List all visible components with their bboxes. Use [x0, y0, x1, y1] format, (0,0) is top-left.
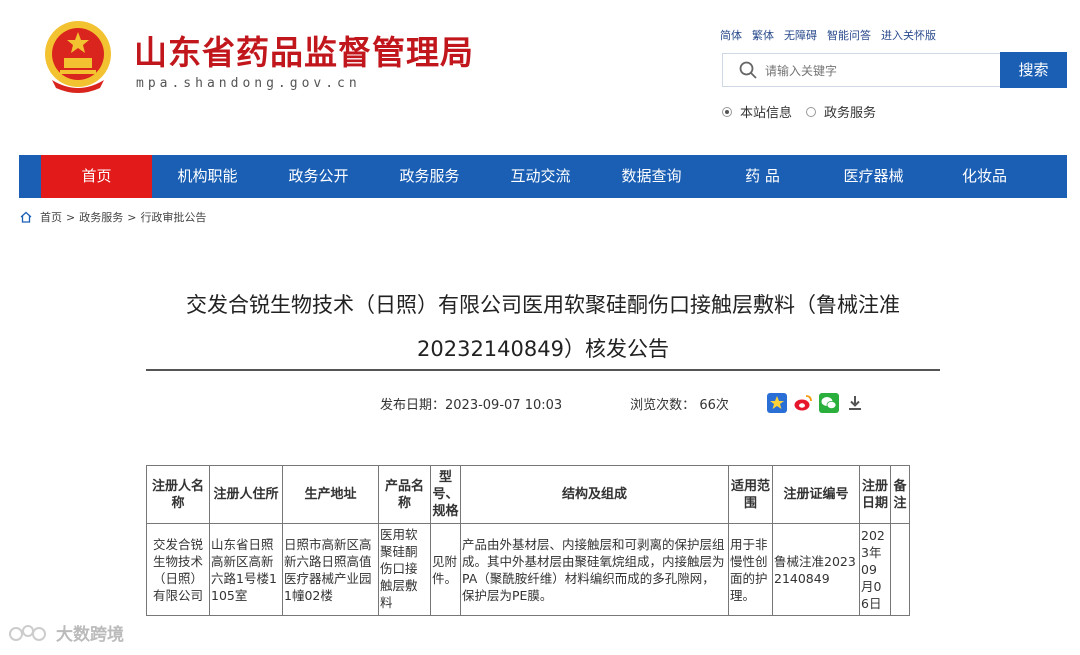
nav-item-home[interactable]: 首页 — [41, 155, 152, 198]
nav-item-cosmetics[interactable]: 化妆品 — [929, 155, 1040, 198]
breadcrumb-gov-service[interactable]: 政务服务 — [79, 209, 123, 225]
views-value: 66次 — [699, 398, 729, 413]
search-input[interactable] — [765, 60, 995, 82]
site-header: 山东省药品监督管理局 mpa.shandong.gov.cn 简体 繁体 无障碍… — [0, 0, 1080, 155]
search-icon — [739, 61, 757, 79]
approval-table: 注册人名称 注册人住所 生产地址 产品名称 型号、规格 结构及组成 适用范围 注… — [146, 465, 910, 616]
link-simplified[interactable]: 简体 — [720, 27, 742, 43]
scope-label: 政务服务 — [824, 106, 877, 121]
share-bar — [767, 393, 865, 413]
cell-cert-number: 鲁械注准20232140849 — [772, 523, 860, 616]
link-smart-qa[interactable]: 智能问答 — [827, 27, 871, 43]
nav-item-gov-service[interactable]: 政务服务 — [374, 155, 485, 198]
col-header: 注册人住所 — [209, 465, 283, 524]
national-emblem-icon — [45, 21, 111, 93]
col-header: 注册人名称 — [146, 465, 210, 524]
radio-unselected-icon — [806, 106, 817, 117]
breadcrumb-separator: > — [127, 210, 137, 224]
star-share-icon[interactable] — [767, 393, 787, 413]
article-title: 交发合锐生物技术（日照）有限公司医用软聚硅酮伤口接触层敷料（鲁械注准202321… — [186, 293, 900, 361]
link-accessibility[interactable]: 无障碍 — [784, 27, 817, 43]
col-header: 注册证编号 — [772, 465, 860, 524]
site-title[interactable]: 山东省药品监督管理局 — [134, 26, 474, 74]
col-header: 注册日期 — [859, 465, 891, 524]
search-box — [722, 53, 1002, 87]
title-divider — [146, 369, 940, 371]
top-links: 简体 繁体 无障碍 智能问答 进入关怀版 — [720, 27, 936, 43]
view-count: 浏览次数： 66次 — [630, 394, 729, 413]
views-label: 浏览次数： — [630, 398, 696, 413]
col-header: 结构及组成 — [460, 465, 729, 524]
col-header: 产品名称 — [378, 465, 431, 524]
main-nav: 首页 机构职能 政务公开 政务服务 互动交流 数据查询 药 品 医疗器械 化妆品 — [19, 155, 1067, 198]
breadcrumb-home[interactable]: 首页 — [40, 209, 62, 225]
cell-registrant: 交发合锐生物技术（日照）有限公司 — [146, 523, 210, 616]
cell-model-spec: 见附件。 — [430, 523, 461, 616]
col-header: 备注 — [890, 465, 910, 524]
watermark: 大数跨境 — [8, 620, 124, 645]
cell-reg-date: 2023年09月06日 — [859, 523, 891, 616]
breadcrumb-separator: > — [66, 210, 76, 224]
watermark-text: 大数跨境 — [56, 625, 124, 645]
home-icon — [20, 211, 32, 223]
nav-item-devices[interactable]: 医疗器械 — [818, 155, 929, 198]
scope-site-info[interactable]: 本站信息 — [722, 102, 792, 121]
weibo-icon[interactable] — [793, 393, 813, 413]
nav-item-interaction[interactable]: 互动交流 — [485, 155, 596, 198]
radio-selected-icon — [722, 106, 732, 117]
nav-item-functions[interactable]: 机构职能 — [152, 155, 263, 198]
cell-structure: 产品由外基材层、内接触层和可剥离的保护层组成。其中外基材层由聚硅氧烷组成，内接触… — [460, 523, 729, 616]
link-care-mode[interactable]: 进入关怀版 — [881, 27, 936, 43]
download-icon[interactable] — [845, 393, 865, 413]
article-meta: 发布日期：2023-09-07 10:03 浏览次数： 66次 — [380, 394, 729, 413]
search-scope: 本站信息 政务服务 — [722, 102, 876, 121]
wechat-icon[interactable] — [819, 393, 839, 413]
nav-item-gov-affairs[interactable]: 政务公开 — [263, 155, 374, 198]
nav-item-drugs[interactable]: 药 品 — [707, 155, 818, 198]
cell-scope: 用于非慢性创面的护理。 — [728, 523, 773, 616]
scope-gov-service[interactable]: 政务服务 — [806, 102, 876, 121]
breadcrumb-approval[interactable]: 行政审批公告 — [140, 209, 206, 225]
col-header: 型号、规格 — [430, 465, 461, 524]
publish-label: 发布日期： — [380, 398, 446, 413]
col-header: 适用范围 — [728, 465, 773, 524]
cell-registrant-address: 山东省日照高新区高新六路1号楼1105室 — [209, 523, 283, 616]
col-header: 生产地址 — [282, 465, 379, 524]
publish-date: 发布日期：2023-09-07 10:03 — [380, 394, 562, 413]
publish-date-value: 2023-09-07 10:03 — [445, 398, 563, 413]
nav-item-data-query[interactable]: 数据查询 — [596, 155, 707, 198]
scope-label: 本站信息 — [740, 106, 793, 121]
watermark-logo-icon — [9, 624, 46, 641]
cell-remarks — [890, 523, 910, 616]
search-button[interactable]: 搜索 — [1000, 52, 1067, 88]
cell-product-name: 医用软聚硅酮伤口接触层敷料 — [378, 523, 431, 616]
approval-table-wrap: 注册人名称 注册人住所 生产地址 产品名称 型号、规格 结构及组成 适用范围 注… — [146, 465, 910, 616]
cell-production-address: 日照市高新区高新六路日照高值医疗器械产业园1幢02楼 — [282, 523, 379, 616]
breadcrumb: 首页 > 政务服务 > 行政审批公告 — [20, 209, 206, 225]
table-header-row: 注册人名称 注册人住所 生产地址 产品名称 型号、规格 结构及组成 适用范围 注… — [146, 465, 910, 524]
link-traditional[interactable]: 繁体 — [752, 27, 774, 43]
site-domain: mpa.shandong.gov.cn — [136, 76, 361, 91]
table-row: 交发合锐生物技术（日照）有限公司 山东省日照高新区高新六路1号楼1105室 日照… — [146, 523, 910, 616]
